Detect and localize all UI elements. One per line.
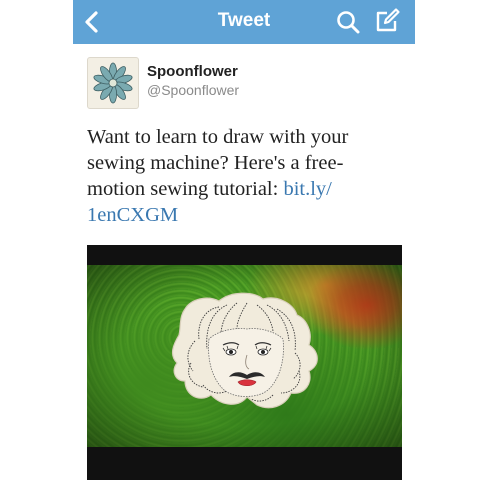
embroidered-face-icon xyxy=(171,292,318,409)
avatar[interactable] xyxy=(87,57,139,109)
tweet-text: Want to learn to draw with your sewing m… xyxy=(87,124,387,228)
tweet-media-image[interactable] xyxy=(87,245,402,480)
compose-icon[interactable] xyxy=(373,7,401,35)
author-name[interactable]: Spoonflower xyxy=(147,63,238,80)
author-handle: @Spoonflower xyxy=(147,82,240,98)
flower-logo-icon xyxy=(93,62,133,104)
navigation-bar: Tweet xyxy=(73,0,415,44)
page-title: Tweet xyxy=(217,10,271,31)
search-icon[interactable] xyxy=(335,9,361,35)
